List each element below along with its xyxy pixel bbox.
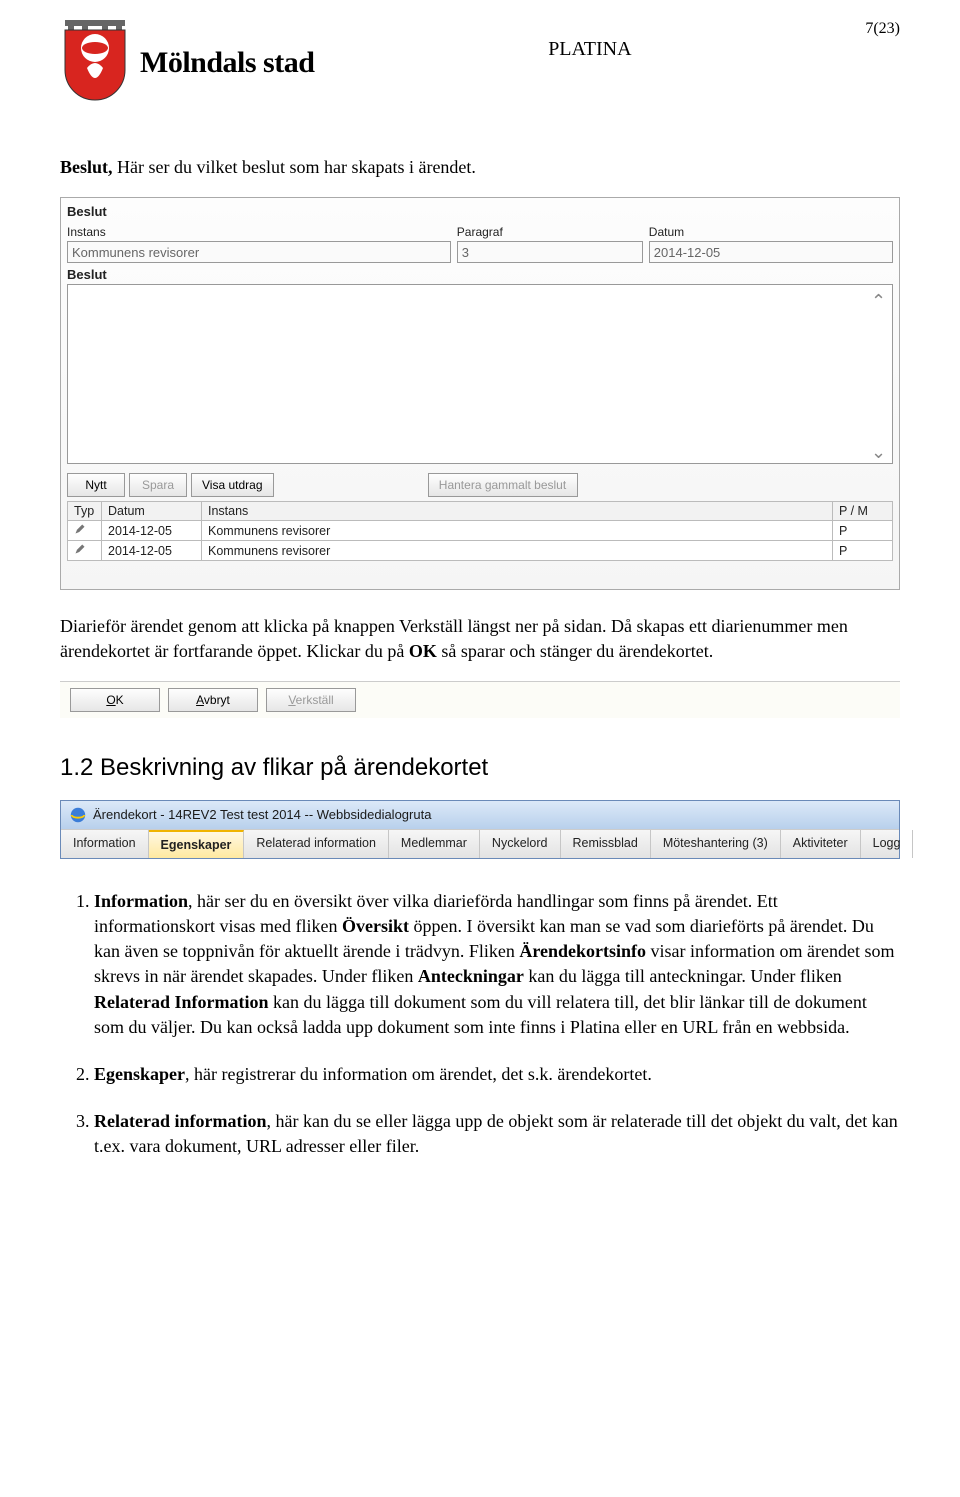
tab-aktiviteter[interactable]: Aktiviteter (781, 830, 861, 858)
col-pm[interactable]: P / M (833, 502, 893, 521)
list-item-3: Relaterad information, här kan du se ell… (94, 1109, 900, 1159)
tab-m-teshantering-3-[interactable]: Möteshantering (3) (651, 830, 781, 858)
tab-logg[interactable]: Logg (861, 830, 914, 858)
field-datum: Datum (649, 225, 893, 263)
tab-information[interactable]: Information (61, 830, 149, 858)
li1-bold2: Översikt (342, 916, 409, 936)
numbered-list: Information, här ser du en översikt över… (94, 889, 900, 1160)
beslut-textarea[interactable] (67, 284, 893, 464)
cell-typ (68, 541, 102, 561)
tab-nyckelord[interactable]: Nyckelord (480, 830, 561, 858)
beslut-panel-title: Beslut (67, 204, 893, 219)
beslut-intro: Beslut, Här ser du vilket beslut som har… (60, 155, 900, 179)
table-row[interactable]: 2014-12-05Kommunens revisorerP (68, 541, 893, 561)
li1-bold3: Ärendekortsinfo (519, 941, 646, 961)
arendekort-title-text: Ärendekort - 14REV2 Test test 2014 -- We… (93, 807, 431, 822)
tab-egenskaper[interactable]: Egenskaper (149, 830, 245, 858)
col-typ[interactable]: Typ (68, 502, 102, 521)
avbryt-rest: vbryt (204, 693, 230, 707)
tabstrip: InformationEgenskaperRelaterad informati… (61, 829, 899, 858)
input-datum[interactable] (649, 241, 893, 263)
arendekort-window: Ärendekort - 14REV2 Test test 2014 -- We… (60, 800, 900, 859)
nytt-button[interactable]: Nytt (67, 473, 125, 497)
field-instans: Instans (67, 225, 451, 263)
arendekort-titlebar: Ärendekort - 14REV2 Test test 2014 -- We… (61, 801, 899, 829)
tab-remissblad[interactable]: Remissblad (561, 830, 651, 858)
label-datum: Datum (649, 225, 893, 239)
cell-datum: 2014-12-05 (102, 541, 202, 561)
label-beslut: Beslut (67, 267, 893, 282)
cell-pm: P (833, 541, 893, 561)
cell-typ (68, 521, 102, 541)
section-1-2-title: 1.2 Beskrivning av flikar på ärendekorte… (60, 754, 900, 782)
field-paragraf: Paragraf (457, 225, 643, 263)
tab-medlemmar[interactable]: Medlemmar (389, 830, 480, 858)
li1-t4: kan du lägga till anteckningar. Under fl… (524, 966, 842, 986)
label-instans: Instans (67, 225, 451, 239)
verkstall-button[interactable]: Verkställ (266, 688, 356, 712)
diariefor-paragraph: Diarieför ärendet genom att klicka på kn… (60, 614, 900, 663)
li2-bold: Egenskaper (94, 1064, 185, 1084)
hantera-gammalt-button[interactable]: Hantera gammalt beslut (428, 473, 578, 497)
beslut-panel: Beslut Instans Paragraf Datum Beslut ⌃ ⌄… (60, 197, 900, 590)
diariefor-text-2: så sparar och stänger du ärendekortet. (437, 641, 713, 661)
ok-bar: OK Avbryt Verkställ (60, 681, 900, 718)
col-datum[interactable]: Datum (102, 502, 202, 521)
ok-button[interactable]: OK (70, 688, 160, 712)
beslut-intro-bold: Beslut, (60, 157, 113, 177)
avbryt-button[interactable]: Avbryt (168, 688, 258, 712)
beslut-textarea-wrap: Beslut ⌃ ⌄ (67, 267, 893, 467)
pencil-icon (74, 523, 86, 535)
visa-utdrag-button[interactable]: Visa utdrag (191, 473, 274, 497)
li3-bold: Relaterad information (94, 1111, 266, 1131)
cell-pm: P (833, 521, 893, 541)
table-row[interactable]: 2014-12-05Kommunens revisorerP (68, 521, 893, 541)
pencil-icon (74, 543, 86, 555)
beslut-table: Typ Datum Instans P / M 2014-12-05Kommun… (67, 501, 893, 561)
li2-text: , här registrerar du information om ären… (185, 1064, 652, 1084)
page-header: Mölndals stad PLATINA 7(23) (60, 20, 900, 105)
header-title: PLATINA (314, 20, 865, 61)
logo-block: Mölndals stad (60, 20, 314, 105)
page-number: 7(23) (865, 20, 900, 38)
ie-icon (69, 806, 87, 824)
molndal-crest-icon (60, 20, 130, 105)
verkstall-rest: erkställ (296, 693, 334, 707)
ok-rest: K (116, 693, 124, 707)
li1-bold: Information (94, 891, 188, 911)
cell-datum: 2014-12-05 (102, 521, 202, 541)
spara-button[interactable]: Spara (129, 473, 187, 497)
list-item-1: Information, här ser du en översikt över… (94, 889, 900, 1040)
input-paragraf[interactable] (457, 241, 643, 263)
li1-bold5: Relaterad Information (94, 992, 268, 1012)
beslut-button-row: Nytt Spara Visa utdrag Hantera gammalt b… (67, 473, 893, 497)
li1-bold4: Anteckningar (418, 966, 524, 986)
input-instans[interactable] (67, 241, 451, 263)
logo-text: Mölndals stad (140, 46, 314, 80)
beslut-fields-row: Instans Paragraf Datum (67, 225, 893, 263)
diariefor-ok-bold: OK (409, 641, 437, 661)
beslut-intro-text: Här ser du vilket beslut som har skapats… (113, 157, 476, 177)
cell-instans: Kommunens revisorer (202, 521, 833, 541)
list-item-2: Egenskaper, här registrerar du informati… (94, 1062, 900, 1087)
cell-instans: Kommunens revisorer (202, 541, 833, 561)
col-instans[interactable]: Instans (202, 502, 833, 521)
tab-relaterad-information[interactable]: Relaterad information (244, 830, 389, 858)
label-paragraf: Paragraf (457, 225, 643, 239)
